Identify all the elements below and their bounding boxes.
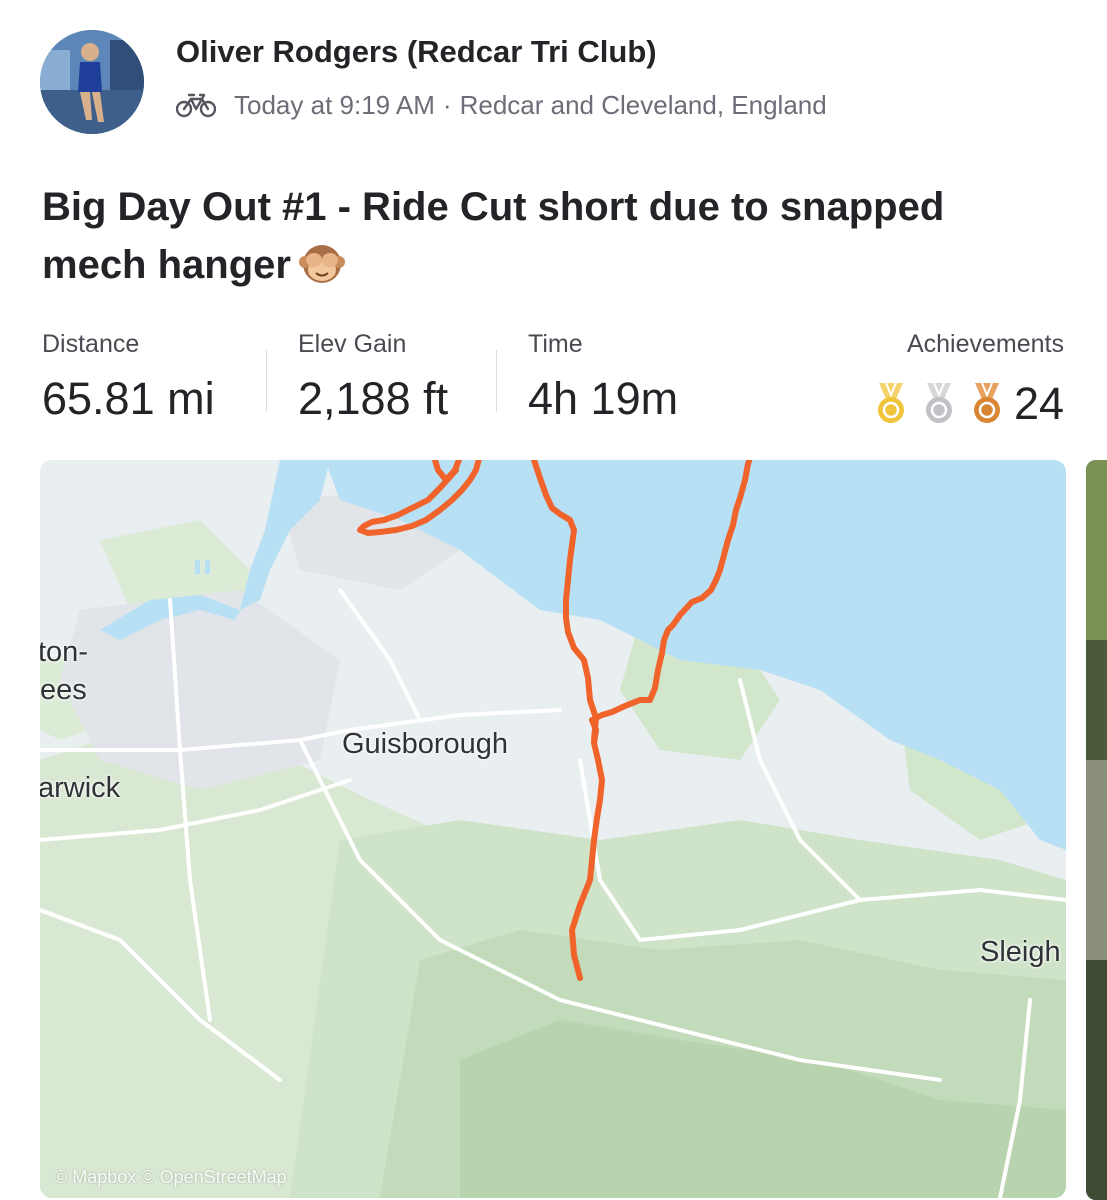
map-label-guisborough: Guisborough <box>342 728 509 760</box>
avatar-photo <box>40 30 144 134</box>
achievements-label: Achievements <box>906 330 1064 358</box>
stat-time: Time 4h 19m <box>528 330 678 425</box>
bike-icon <box>176 93 216 118</box>
activity-title-text[interactable]: Big Day Out #1 - Ride Cut short due to s… <box>42 185 944 287</box>
activity-meta: Today at 9:19 AM · Redcar and Cleveland,… <box>176 88 827 122</box>
distance-label: Distance <box>42 330 140 358</box>
map-canvas <box>40 460 1066 1198</box>
achievements-count: 24 <box>1013 378 1064 429</box>
route-map[interactable]: ton- ees Guisborough arwick Sleigh © Map… <box>40 460 1066 1198</box>
gold-medal-icon <box>877 382 904 423</box>
elev-gain-label: Elev Gain <box>298 330 407 358</box>
silver-medal-icon <box>925 382 952 423</box>
stat-elev-gain: Elev Gain 2,188 ft <box>298 330 448 425</box>
map-label-sleights: Sleigh <box>980 936 1061 968</box>
activity-photo-preview[interactable] <box>1086 460 1107 1200</box>
stat-divider <box>496 350 497 412</box>
time-label: Time <box>528 330 583 358</box>
activity-location: Redcar and Cleveland, England <box>459 89 827 120</box>
athlete-avatar[interactable] <box>40 30 144 134</box>
map-label-town: ton- <box>40 636 88 668</box>
achievements-summary[interactable]: 24 <box>860 378 1064 430</box>
map-attribution[interactable]: © Mapbox © OpenStreetMap <box>54 1167 287 1188</box>
activity-title[interactable]: Big Day Out #1 - Ride Cut short due to s… <box>42 178 1042 294</box>
athlete-name[interactable]: Oliver Rodgers (Redcar Tri Club) <box>176 34 657 70</box>
elev-gain-value: 2,188 ft <box>298 373 449 424</box>
photo-thumbnail <box>1086 460 1107 1200</box>
map-label-town: ees <box>40 674 87 706</box>
map-label-town: arwick <box>40 772 121 804</box>
stat-distance: Distance 65.81 mi <box>42 330 215 425</box>
time-value: 4h 19m <box>528 373 679 424</box>
activity-timestamp[interactable]: Today at 9:19 AM <box>234 90 435 121</box>
meta-separator: · <box>442 89 452 120</box>
distance-value: 65.81 mi <box>42 373 215 424</box>
stat-divider <box>266 350 267 412</box>
see-no-evil-monkey-icon <box>298 245 345 283</box>
bronze-medal-icon <box>973 382 1000 423</box>
